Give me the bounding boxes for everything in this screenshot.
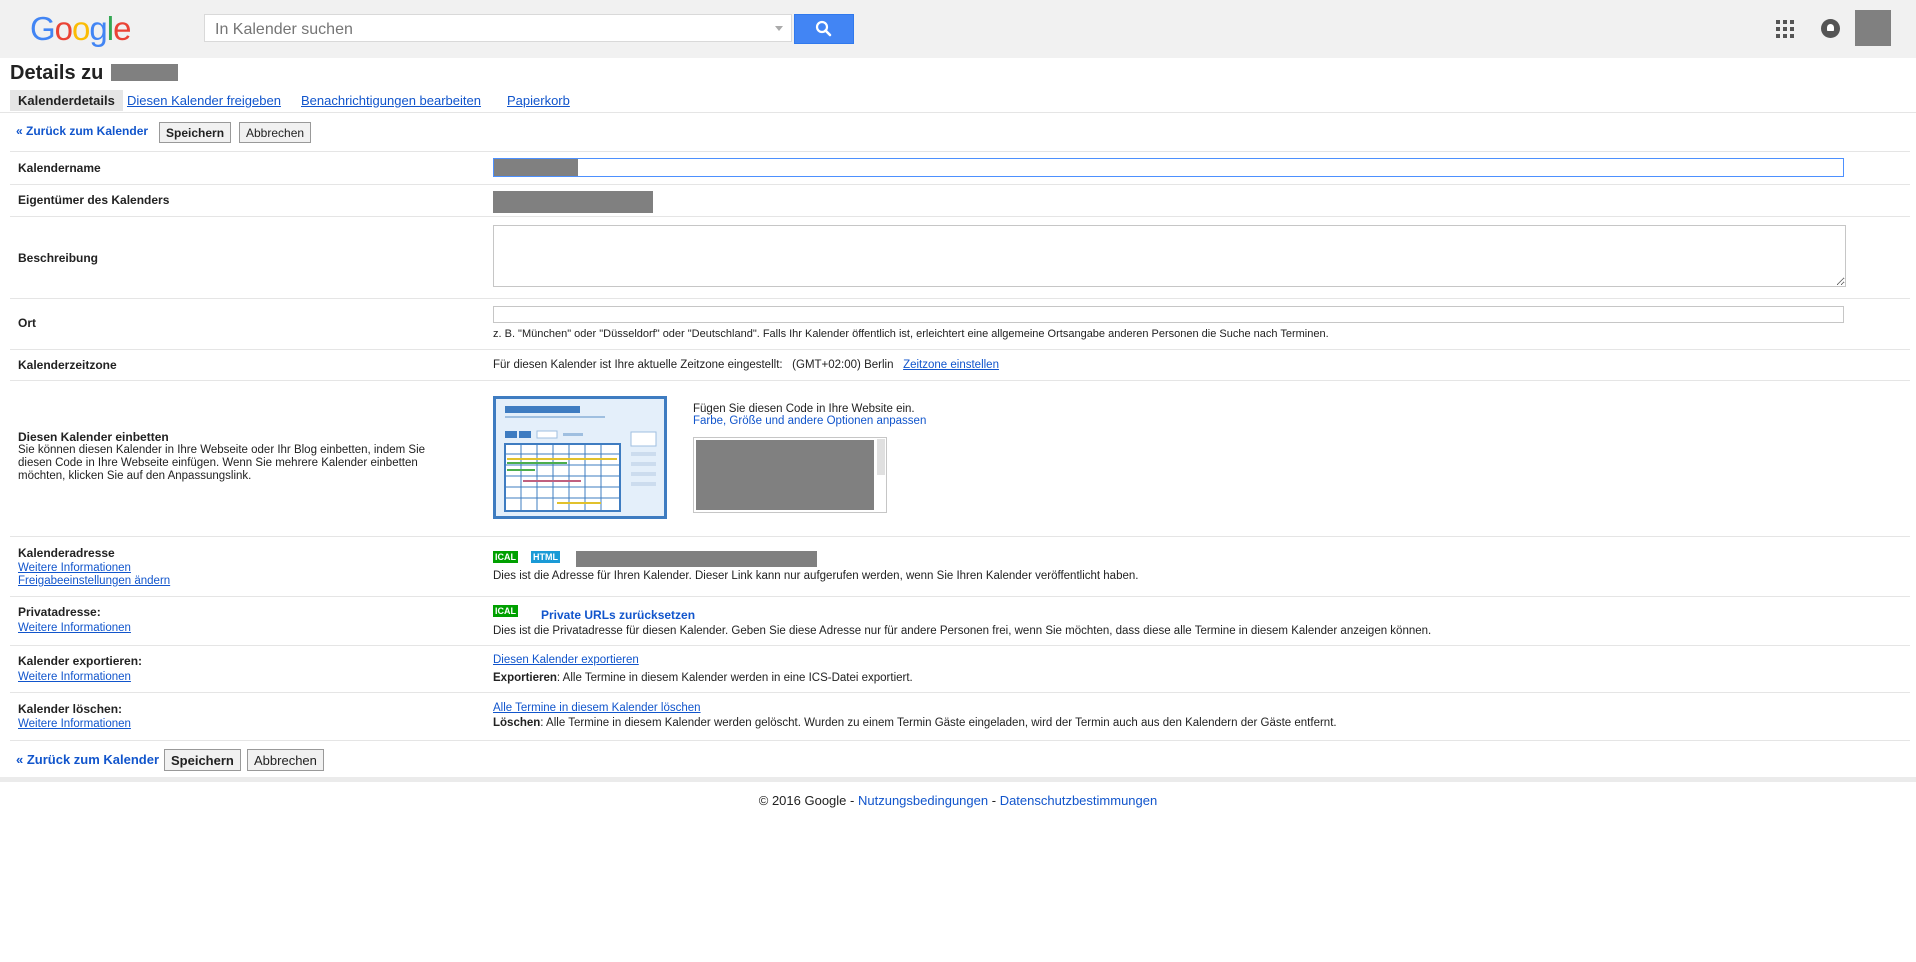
delete-text: : Alle Termine in diesem Kalender werden…: [540, 717, 1337, 729]
tab-trash[interactable]: Papierkorb: [507, 90, 570, 111]
calendar-embed-preview-image: [493, 396, 667, 519]
row-delete: Kalender löschen: Weitere Informationen …: [10, 693, 1910, 741]
row-export: Kalender exportieren: Weitere Informatio…: [10, 646, 1910, 693]
logo-letter: g: [89, 10, 107, 47]
footer: © 2016 Google - Nutzungsbedingungen - Da…: [0, 793, 1916, 808]
row-private-address: Privatadresse: Weitere Informationen ICA…: [10, 597, 1910, 646]
private-address-text: Dies ist die Privatadresse für diesen Ka…: [493, 625, 1432, 637]
avatar[interactable]: [1855, 10, 1891, 46]
timezone-description: Für diesen Kalender ist Ihre aktuelle Ze…: [493, 359, 783, 371]
customize-embed-link[interactable]: Farbe, Größe und andere Optionen anpasse…: [693, 415, 926, 427]
bottom-cancel-button[interactable]: Abbrechen: [247, 749, 324, 771]
ical-badge-button[interactable]: ICAL: [493, 551, 518, 563]
logo-letter: G: [30, 10, 56, 47]
private-address-label: Privatadresse:: [18, 605, 101, 619]
page-title-text: Details zu: [10, 62, 104, 84]
reset-private-urls-link[interactable]: Private URLs zurücksetzen: [541, 608, 695, 622]
embed-label: Diesen Kalender einbetten: [18, 430, 169, 444]
location-input[interactable]: [493, 306, 1844, 323]
row-timezone: Kalenderzeitzone Für diesen Kalender ist…: [10, 350, 1910, 381]
search-box[interactable]: [204, 14, 792, 42]
bottom-save-button[interactable]: Speichern: [164, 749, 241, 771]
export-description: Exportieren: Alle Termine in diesem Kale…: [493, 671, 913, 685]
save-button[interactable]: Speichern: [159, 122, 232, 143]
logo-letter: o: [54, 10, 73, 47]
footer-separator-text: -: [991, 793, 997, 808]
search-icon: [815, 20, 832, 37]
timezone-text: Für diesen Kalender ist Ihre aktuelle Ze…: [493, 358, 999, 372]
embed-help-text: Sie können diesen Kalender in Ihre Webse…: [18, 444, 426, 482]
search-button[interactable]: [794, 14, 854, 44]
private-ical-badge-button[interactable]: ICAL: [493, 605, 518, 617]
export-label: Kalender exportieren:: [18, 654, 143, 668]
tab-share-calendar[interactable]: Diesen Kalender freigeben: [127, 90, 281, 111]
row-calendar-address: Kalenderadresse Weitere Informationen Fr…: [10, 537, 1910, 597]
calendar-address-redacted: [576, 551, 817, 567]
embed-code-textarea[interactable]: [693, 437, 887, 513]
export-bold-label: Exportieren: [493, 672, 557, 684]
embed-code-instruction: Fügen Sie diesen Code in Ihre Website ei…: [693, 403, 915, 415]
calendar-name-value-redacted: [494, 159, 578, 176]
google-logo[interactable]: Google: [30, 10, 131, 48]
tab-kalenderdetails[interactable]: Kalenderdetails: [10, 90, 123, 111]
terms-link[interactable]: Nutzungsbedingungen: [858, 793, 988, 808]
row-calendar-name: Kalendername: [10, 152, 1910, 185]
row-owner: Eigentümer des Kalenders: [10, 185, 1910, 217]
description-textarea[interactable]: [493, 225, 1846, 287]
owner-label: Eigentümer des Kalenders: [18, 193, 170, 207]
top-bar: Google: [0, 0, 1916, 58]
page-title: Details zu: [10, 62, 178, 85]
calendar-name-redacted: [110, 64, 178, 81]
location-label: Ort: [18, 316, 36, 330]
delete-label: Kalender löschen:: [18, 702, 123, 716]
timezone-value: (GMT+02:00) Berlin: [792, 359, 894, 371]
calendar-address-text: Dies ist die Adresse für Ihren Kalender.…: [493, 570, 1139, 582]
description-label: Beschreibung: [18, 251, 99, 265]
export-text: : Alle Termine in diesem Kalender werden…: [556, 672, 913, 684]
export-calendar-link[interactable]: Diesen Kalender exportieren: [493, 654, 639, 666]
address-more-info-link[interactable]: Weitere Informationen: [18, 562, 131, 575]
private-more-info-link[interactable]: Weitere Informationen: [18, 622, 131, 635]
bottom-back-to-calendar-link[interactable]: « Zurück zum Kalender: [16, 752, 159, 767]
copyright-text: © 2016 Google -: [758, 793, 855, 808]
delete-more-info-link[interactable]: Weitere Informationen: [18, 718, 131, 731]
search-input[interactable]: [213, 19, 757, 41]
calendar-name-label: Kalendername: [18, 161, 101, 175]
calendar-address-label: Kalenderadresse: [18, 546, 115, 560]
html-badge-button[interactable]: HTML: [531, 551, 560, 563]
location-hint: z. B. "München" oder "Düsseldorf" oder "…: [493, 328, 1329, 340]
row-description: Beschreibung: [10, 217, 1910, 299]
search-options-dropdown-icon[interactable]: [775, 26, 783, 31]
apps-icon[interactable]: [1776, 20, 1794, 38]
tab-edit-notifications[interactable]: Benachrichtigungen bearbeiten: [301, 90, 481, 111]
tab-divider: [0, 112, 1916, 113]
delete-all-events-link[interactable]: Alle Termine in diesem Kalender löschen: [493, 702, 701, 714]
owner-value-redacted: [493, 191, 653, 213]
logo-letter: o: [72, 10, 90, 47]
embed-code-scrollbar[interactable]: [877, 439, 885, 475]
timezone-label: Kalenderzeitzone: [18, 358, 117, 372]
calendar-name-input[interactable]: [493, 158, 1844, 177]
embed-code-redacted: [696, 440, 874, 510]
set-timezone-link[interactable]: Zeitzone einstellen: [903, 359, 999, 371]
row-embed: Diesen Kalender einbetten Sie können die…: [10, 381, 1910, 537]
cancel-button[interactable]: Abbrechen: [239, 122, 312, 143]
sharing-settings-link[interactable]: Freigabeeinstellungen ändern: [18, 575, 170, 588]
privacy-link[interactable]: Datenschutzbestimmungen: [1000, 793, 1158, 808]
export-more-info-link[interactable]: Weitere Informationen: [18, 671, 131, 684]
delete-description: Löschen: Alle Termine in diesem Kalender…: [493, 716, 1337, 730]
logo-letter: e: [113, 10, 131, 47]
footer-separator: [0, 777, 1916, 782]
row-location: Ort z. B. "München" oder "Düsseldorf" od…: [10, 299, 1910, 350]
delete-bold-label: Löschen: [493, 717, 541, 729]
back-to-calendar-link[interactable]: « Zurück zum Kalender: [16, 124, 148, 138]
notifications-icon[interactable]: [1821, 19, 1840, 38]
